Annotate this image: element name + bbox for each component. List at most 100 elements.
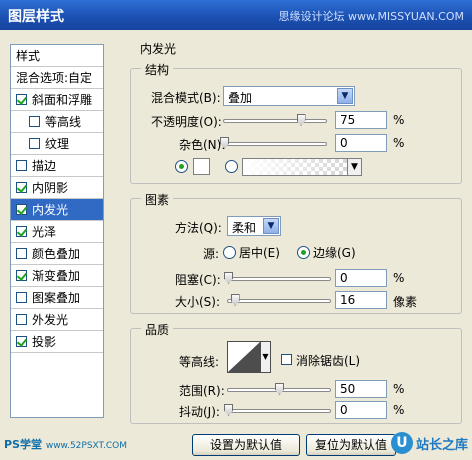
quality-title: 品质 <box>141 321 174 338</box>
noise-label: 杂色(N): <box>179 138 226 152</box>
size-unit: 像素 <box>393 295 418 309</box>
sidebar-item-checkbox[interactable] <box>16 248 27 259</box>
sidebar-item[interactable]: 渐变叠加 <box>11 265 103 287</box>
footer-brand-left: PS学堂 www.52PSXT.COM <box>4 436 127 452</box>
chevron-down-icon: ▼ <box>347 159 361 175</box>
contour-preview[interactable] <box>227 341 261 373</box>
noise-unit: % <box>393 136 405 150</box>
jitter-label: 抖动(J): <box>179 405 220 419</box>
jitter-slider[interactable] <box>224 404 331 416</box>
sidebar-item-label: 纹理 <box>45 137 70 151</box>
source-center-option[interactable]: 居中(E) <box>223 244 280 261</box>
choke-slider[interactable] <box>224 272 331 284</box>
sidebar-item[interactable]: 内阴影 <box>11 177 103 199</box>
sidebar-item[interactable]: 投影 <box>11 331 103 353</box>
sidebar-item[interactable]: 描边 <box>11 155 103 177</box>
source-edge-radio[interactable] <box>297 246 310 259</box>
antialias-checkbox[interactable] <box>281 354 292 365</box>
panel-title: 内发光 <box>140 42 177 56</box>
source-label: 源: <box>203 247 220 261</box>
sidebar-item-label: 描边 <box>32 159 57 173</box>
sidebar-item-checkbox[interactable] <box>16 336 27 347</box>
method-select[interactable]: 柔和 ▼ <box>227 216 281 236</box>
sidebar-item[interactable]: 外发光 <box>11 309 103 331</box>
jitter-unit: % <box>393 403 405 417</box>
sidebar-item-checkbox[interactable] <box>16 94 27 105</box>
source-center-radio[interactable] <box>223 246 236 259</box>
jitter-slider-thumb[interactable] <box>224 404 233 416</box>
jitter-input[interactable]: 0 <box>335 401 387 419</box>
sidebar-items: 斜面和浮雕等高线纹理描边内阴影内发光光泽颜色叠加渐变叠加图案叠加外发光投影 <box>11 89 103 353</box>
elements-title: 图素 <box>141 191 174 208</box>
sidebar-blend-options[interactable]: 混合选项:自定 <box>11 67 103 89</box>
structure-title: 结构 <box>141 61 174 78</box>
method-label: 方法(Q): <box>175 221 222 235</box>
noise-slider[interactable] <box>220 137 327 149</box>
sidebar-item-checkbox[interactable] <box>16 204 27 215</box>
sidebar-item[interactable]: 内发光 <box>11 199 103 221</box>
sidebar-item-label: 颜色叠加 <box>32 247 81 261</box>
source-edge-label: 边缘(G) <box>313 246 356 260</box>
antialias-label[interactable]: 消除锯齿(L) <box>296 352 360 369</box>
sidebar-item[interactable]: 颜色叠加 <box>11 243 103 265</box>
sidebar-item[interactable]: 斜面和浮雕 <box>11 89 103 111</box>
opacity-label: 不透明度(O): <box>151 115 222 129</box>
color-radio[interactable] <box>175 160 188 173</box>
sidebar-item-checkbox[interactable] <box>16 292 27 303</box>
gradient-radio[interactable] <box>225 160 238 173</box>
choke-label: 阻塞(C): <box>175 273 221 287</box>
opacity-unit: % <box>393 113 405 127</box>
styles-sidebar: 样式 混合选项:自定 斜面和浮雕等高线纹理描边内阴影内发光光泽颜色叠加渐变叠加图… <box>10 44 104 418</box>
set-default-button[interactable]: 设置为默认值 <box>192 434 300 456</box>
glow-color-swatch[interactable] <box>193 158 210 175</box>
choke-unit: % <box>393 271 405 285</box>
sidebar-item-label: 投影 <box>32 335 57 349</box>
sidebar-item-label: 斜面和浮雕 <box>32 93 93 107</box>
footer-brand-url: www.52PSXT.COM <box>45 441 127 451</box>
glow-gradient-picker[interactable]: ▼ <box>242 158 362 176</box>
range-unit: % <box>393 382 405 396</box>
layer-style-dialog: 样式 混合选项:自定 斜面和浮雕 等高线 纹理 描边 内阴影 内发光 光泽 颜色叠加 渐变叠加图… <box>0 30 472 460</box>
size-slider-thumb[interactable] <box>230 294 240 306</box>
size-input[interactable]: 16 <box>335 291 387 309</box>
contour-curve-icon <box>228 342 260 372</box>
watermark-text: 思缘设计论坛 www.MISSYUAN.COM <box>278 10 464 23</box>
sidebar-header[interactable]: 样式 <box>11 45 103 67</box>
range-slider[interactable] <box>227 383 331 395</box>
source-center-label: 居中(E) <box>239 246 280 260</box>
reset-default-button[interactable]: 复位为默认值 <box>306 434 396 456</box>
opacity-slider[interactable] <box>223 114 327 126</box>
sidebar-item[interactable]: 等高线 <box>11 111 103 133</box>
blend-mode-select[interactable]: 叠加 ▼ <box>223 86 355 106</box>
choke-slider-thumb[interactable] <box>224 272 233 284</box>
window-title: 图层样式 <box>8 9 64 25</box>
sidebar-item-label: 外发光 <box>32 313 69 327</box>
contour-label: 等高线: <box>179 355 220 369</box>
sidebar-item-label: 等高线 <box>45 115 82 129</box>
sidebar-item[interactable]: 图案叠加 <box>11 287 103 309</box>
range-slider-thumb[interactable] <box>275 383 284 395</box>
size-slider[interactable] <box>227 294 331 306</box>
contour-dropdown[interactable]: ▼ <box>261 341 271 373</box>
source-edge-option[interactable]: 边缘(G) <box>297 244 356 261</box>
sidebar-item-checkbox[interactable] <box>16 270 27 281</box>
sidebar-item[interactable]: 光泽 <box>11 221 103 243</box>
title-bar: 图层样式 思缘设计论坛 www.MISSYUAN.COM <box>0 0 472 30</box>
sidebar-item-checkbox[interactable] <box>29 138 40 149</box>
sidebar-item-label: 光泽 <box>32 225 57 239</box>
sidebar-item[interactable]: 纹理 <box>11 133 103 155</box>
sidebar-item-label: 图案叠加 <box>32 291 81 305</box>
opacity-slider-thumb[interactable] <box>296 114 306 126</box>
sidebar-item-checkbox[interactable] <box>29 116 40 127</box>
sidebar-item-checkbox[interactable] <box>16 314 27 325</box>
opacity-input[interactable]: 75 <box>335 111 387 129</box>
chevron-down-icon: ▼ <box>337 88 353 104</box>
sidebar-item-checkbox[interactable] <box>16 226 27 237</box>
noise-input[interactable]: 0 <box>335 134 387 152</box>
sidebar-item-label: 内发光 <box>32 203 69 217</box>
sidebar-item-checkbox[interactable] <box>16 160 27 171</box>
range-label: 范围(R): <box>179 384 225 398</box>
choke-input[interactable]: 0 <box>335 269 387 287</box>
range-input[interactable]: 50 <box>335 380 387 398</box>
sidebar-item-checkbox[interactable] <box>16 182 27 193</box>
